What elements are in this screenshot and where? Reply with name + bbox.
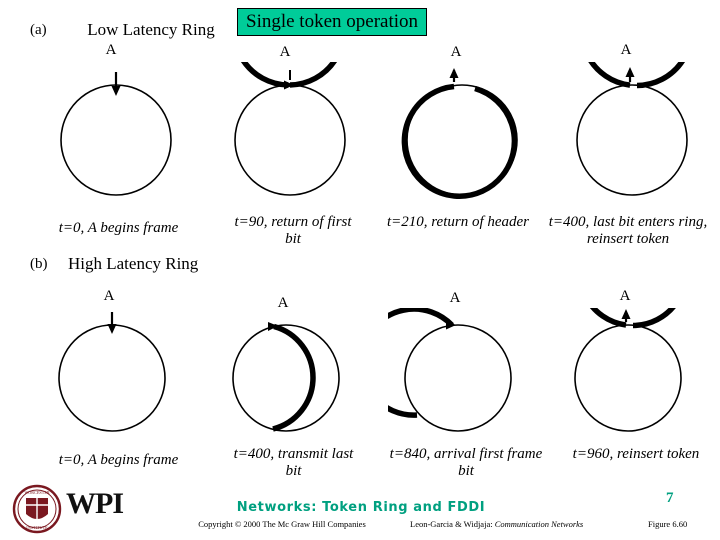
part-a-title: Low Latency Ring bbox=[87, 20, 215, 39]
ring-a4-caption: t=400, last bit enters ring, reinsert to… bbox=[538, 214, 718, 248]
ring-diagram-a1 bbox=[60, 72, 172, 196]
ring-diagram-a2 bbox=[234, 62, 346, 196]
ring-diagram-b4 bbox=[574, 308, 682, 432]
footer-title: Networks: Token Ring and FDDI bbox=[236, 500, 486, 515]
ring-b4-caption: t=960, reinsert token bbox=[556, 446, 716, 463]
ring-a4-caption-text: t=400, last bit enters ring, reinsert to… bbox=[548, 214, 708, 247]
ring-b3-node-label: A bbox=[449, 290, 461, 306]
svg-text:WORCESTER: WORCESTER bbox=[24, 490, 50, 495]
ring-a1-node-label: A bbox=[105, 42, 117, 58]
source-credit-book: Communication Networks bbox=[494, 519, 584, 529]
source-credit: Leon-Garcia & Widjaja: Communication Net… bbox=[410, 519, 630, 529]
ring-diagram-a3 bbox=[401, 68, 518, 199]
ring-a2-node-label: A bbox=[279, 44, 291, 60]
page-number: 7 bbox=[666, 490, 674, 506]
ring-diagram-b1 bbox=[58, 312, 166, 432]
ring-a2-caption-text: t=90, return of first bit bbox=[234, 214, 352, 247]
ring-diagram-b3 bbox=[388, 308, 512, 432]
figure-number: Figure 6.60 bbox=[648, 519, 688, 529]
slide: (a) Low Latency Ring Single token operat… bbox=[0, 0, 720, 540]
ring-a3-caption-text: t=210, return of header bbox=[386, 214, 530, 230]
svg-text:INSTITUTE: INSTITUTE bbox=[26, 525, 48, 530]
ring-b4-node-label: A bbox=[619, 288, 631, 304]
part-a-marker: (a) bbox=[30, 22, 47, 38]
single-token-operation-banner: Single token operation bbox=[237, 8, 428, 36]
wpi-wordmark: WPI bbox=[66, 487, 124, 520]
wpi-seal-logo: WORCESTER INSTITUTE bbox=[12, 484, 62, 534]
ring-b1-node-label: A bbox=[103, 288, 115, 304]
source-credit-authors: Leon-Garcia & Widjaja: bbox=[410, 519, 493, 529]
ring-b1-caption: t=0, A begins frame bbox=[6, 452, 231, 469]
ring-a1-caption: t=0, A begins frame bbox=[6, 220, 231, 237]
ring-a1-caption-text: t=0, A begins frame bbox=[58, 220, 179, 236]
ring-b1-caption-text: t=0, A begins frame bbox=[58, 452, 179, 468]
ring-b3-caption-text: t=840, arrival first frame bit bbox=[389, 446, 543, 479]
ring-a3-node-label: A bbox=[450, 44, 462, 60]
ring-b4-caption-text: t=960, reinsert token bbox=[572, 446, 700, 462]
ring-b2-caption: t=400, transmit last bit bbox=[226, 446, 361, 480]
ring-b2-caption-text: t=400, transmit last bit bbox=[233, 446, 354, 479]
ring-b3-caption: t=840, arrival first frame bit bbox=[386, 446, 546, 480]
copyright-notice: Copyright © 2000 The Mc Graw Hill Compan… bbox=[198, 519, 366, 529]
ring-a4-node-label: A bbox=[620, 42, 632, 58]
ring-a3-caption: t=210, return of header bbox=[378, 214, 538, 231]
ring-diagram-b2 bbox=[232, 322, 340, 432]
ring-a2-caption: t=90, return of first bit bbox=[228, 214, 358, 248]
ring-diagram-a4 bbox=[576, 62, 688, 196]
part-b-marker: (b) bbox=[30, 256, 48, 272]
part-b-title: High Latency Ring bbox=[68, 254, 199, 273]
